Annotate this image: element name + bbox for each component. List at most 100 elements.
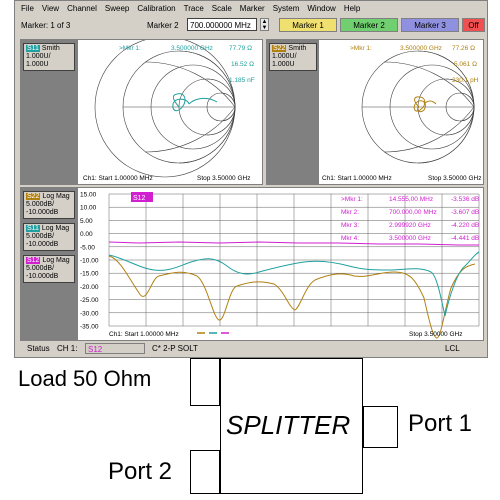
load-label: Load 50 Ohm	[18, 366, 152, 391]
menu-system[interactable]: System	[269, 2, 304, 15]
s22-logmag-trace	[108, 255, 476, 339]
marker-2-button[interactable]: Marker 2	[340, 18, 398, 32]
smith-grid	[94, 40, 236, 178]
trace-reference: -10.000dB	[26, 273, 59, 280]
marker-spinner[interactable]: ▲ ▼	[260, 18, 269, 31]
active-trace-badge-label: S12	[133, 195, 146, 202]
y-tick-label: 15.00	[80, 192, 97, 199]
menu-window[interactable]: Window	[303, 2, 339, 15]
trace-scale: 5.000dB/	[26, 265, 55, 272]
smith-marker-frequency: 3.500000 GHz	[400, 45, 442, 52]
smith-chart-s11: >Mkr 1: 3.500000 GHz 77.79 Ω 16.52 Ω 1.1…	[83, 40, 255, 182]
port-1-label: Port 1	[408, 410, 473, 437]
smith-marker-frequency: 3.500000 GHz	[171, 45, 213, 52]
trace-format: Log Mag	[42, 257, 70, 264]
trace-id: S11	[26, 225, 40, 232]
marker-readout-value: -3.607 dB	[451, 209, 479, 216]
y-tick-label: -20.00	[80, 284, 99, 291]
splitter-label: SPLITTER	[226, 410, 351, 440]
y-tick-label: 0.00	[80, 231, 93, 238]
menu-trace[interactable]: Trace	[180, 2, 208, 15]
marker-readouts: >Mkr 1: 14.555,00 MHz -3.536 dB Mkr 2: 7…	[341, 196, 479, 242]
menu-help[interactable]: Help	[340, 2, 364, 15]
y-tick-label: -35.00	[80, 324, 99, 331]
trace-id: S12	[26, 257, 41, 264]
port-2-label: Port 2	[108, 458, 173, 485]
marker-toolbar: Marker: 1 of 3 Marker 2 700.000000 MHz ▲…	[17, 16, 485, 36]
y-tick-label: 10.00	[80, 205, 97, 212]
trace-tag-s22-logmag[interactable]: S22 Log Mag 5.000dB/ -10.000dB	[23, 191, 75, 219]
smith-footer-start: Ch1: Start 1.00000 MHz	[322, 175, 392, 182]
vna-window: File View Channel Sweep Calibration Trac…	[14, 0, 488, 358]
status-channel: CH 1:	[57, 344, 78, 353]
trace-id: S22	[26, 193, 41, 200]
smith-chart-s11-panel: S11 Smith 1.000U/ 1.000U >Mkr 1: 3.50000…	[20, 39, 263, 185]
marker-readout-frequency: 2.999920 GHz	[389, 222, 431, 229]
menu-channel[interactable]: Channel	[63, 2, 101, 15]
smith-footer-start: Ch1: Start 1.00000 MHz	[83, 175, 153, 182]
log-mag-footer-start: Ch1: Start 1.00000 MHz	[109, 331, 179, 338]
log-mag-footer-stop: Stop 3.50000 GHz	[409, 331, 462, 338]
trace-format: Log Mag	[42, 193, 70, 200]
port-2-box	[190, 450, 220, 494]
trace-tag-s22[interactable]: S22 Smith 1.000U/ 1.000U	[269, 43, 317, 71]
trace-format: Log Mag	[41, 225, 70, 232]
marker-1-button[interactable]: Marker 1	[279, 18, 337, 32]
marker-frequency-input[interactable]: 700.000000 MHz	[187, 18, 257, 31]
status-mode: LCL	[445, 344, 460, 353]
smith-footer-stop: Stop 3.50000 GHz	[197, 175, 250, 182]
trace-tag-s11[interactable]: S11 Smith 1.000U/ 1.000U	[23, 43, 75, 71]
marker-3-button[interactable]: Marker 3	[401, 18, 459, 32]
smith-marker-reactance: 5.061 Ω	[454, 61, 477, 68]
marker-readout-value: -4.441 dB	[451, 235, 479, 242]
port-1-box	[363, 406, 398, 448]
status-parameter-field[interactable]: S12	[85, 343, 145, 354]
marker-count: Marker: 1 of 3	[21, 21, 71, 30]
smith-marker-inductance: 230.1 pH	[452, 77, 479, 84]
smith-footer-stop: Stop 3.50000 GHz	[428, 175, 481, 182]
marker-label: Marker 2	[147, 21, 179, 30]
trace-reference: 1.000U	[272, 61, 295, 68]
y-tick-label: -5.00	[80, 244, 95, 251]
menu-file[interactable]: File	[17, 2, 38, 15]
y-tick-labels: 15.00 10.00 5.00 0.00 -5.00 -10.00 -15.00 -20.0…	[80, 192, 99, 331]
trace-tag-s12-logmag[interactable]: S12 Log Mag 5.000dB/ -10.000dB	[23, 255, 75, 283]
menu-calibration[interactable]: Calibration	[133, 2, 179, 15]
smith-marker-reactance: 16.52 Ω	[231, 61, 254, 68]
smith-marker-resistance: 77.26 Ω	[452, 45, 475, 52]
trace-reference: -10.000dB	[26, 209, 59, 216]
menu-sweep[interactable]: Sweep	[101, 2, 133, 15]
smith-chart-s22-panel: S22 Smith 1.000U/ 1.000U >Mkr 1: 3.50000…	[266, 39, 484, 185]
status-label: Status	[27, 344, 50, 353]
marker-readout-frequency: 14.555,00 MHz	[389, 196, 433, 203]
trace-scale: 5.000dB/	[26, 201, 55, 208]
y-tick-label: -15.00	[80, 271, 99, 278]
menu-marker[interactable]: Marker	[236, 2, 269, 15]
smith-marker-label: >Mkr 1:	[119, 45, 141, 52]
smith-marker-capacitance: 1.185 nF	[229, 77, 255, 84]
marker-readout-label: >Mkr 1:	[341, 196, 363, 203]
trace-scale: 1.000U/	[26, 53, 51, 60]
y-tick-label: -30.00	[80, 310, 99, 317]
marker-readout-label: Mkr 4:	[341, 235, 359, 242]
trace-tag-s11-logmag[interactable]: S11 Log Mag 5.000dB/ -10.000dB	[23, 223, 75, 251]
log-mag-chart: 15.00 10.00 5.00 0.00 -5.00 -10.00 -15.00 -20.0…	[80, 192, 480, 339]
status-calibration: C* 2-P SOLT	[152, 344, 198, 353]
load-port-box	[190, 358, 220, 406]
menu-scale[interactable]: Scale	[208, 2, 236, 15]
marker-readout-value: -3.536 dB	[451, 196, 479, 203]
marker-readout-frequency: 700.000,00 MHz	[389, 209, 437, 216]
trace-scale: 5.000dB/	[26, 233, 55, 240]
trace-scale: 1.000U/	[272, 53, 297, 60]
smith-marker-label: >Mkr 1:	[350, 45, 372, 52]
y-tick-label: -25.00	[80, 297, 99, 304]
smith-marker-resistance: 77.79 Ω	[229, 45, 252, 52]
marker-readout-label: Mkr 2:	[341, 209, 359, 216]
y-tick-label: -10.00	[80, 258, 99, 265]
trace-id: S22	[272, 45, 287, 52]
trace-id: S11	[26, 45, 40, 52]
y-tick-label: 5.00	[80, 218, 93, 225]
menu-bar: File View Channel Sweep Calibration Trac…	[17, 2, 364, 15]
menu-view[interactable]: View	[38, 2, 63, 15]
marker-off-button[interactable]: Off	[462, 18, 485, 32]
